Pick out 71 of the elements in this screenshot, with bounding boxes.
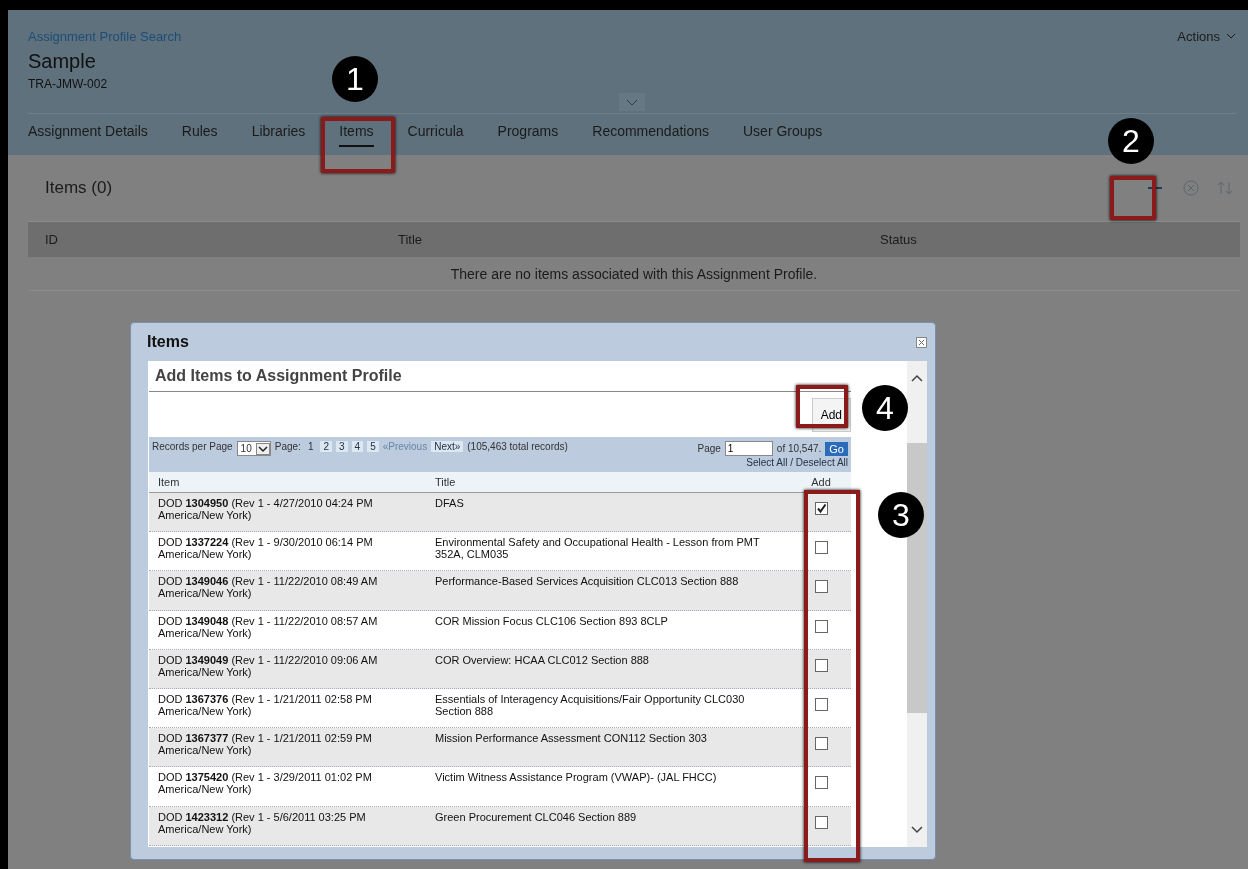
- page-link[interactable]: 3: [336, 441, 348, 452]
- checkbox[interactable]: [814, 502, 828, 515]
- chevron-down-icon: [1226, 33, 1236, 40]
- item-cell-text: DOD 1304950 (Rev 1 - 4/27/2010 04:24 PM America/New York): [157, 497, 374, 522]
- title-cell-text: Environmental Safety and Occupational Health - Lesson from PMT 352A, CLM035: [435, 536, 761, 561]
- column-header: Status: [880, 232, 917, 247]
- go-button[interactable]: Go: [825, 441, 848, 456]
- tab[interactable]: Assignment Details: [28, 117, 148, 145]
- tab[interactable]: Rules: [181, 117, 218, 145]
- checkbox[interactable]: [814, 815, 828, 829]
- column-header: Title: [435, 476, 457, 488]
- tab[interactable]: User Groups: [743, 117, 823, 145]
- records-label: Records per Page: [152, 441, 233, 452]
- section-title: Items (0): [45, 178, 113, 198]
- page-link[interactable]: 5: [367, 441, 379, 452]
- goto-label: Page: [697, 443, 721, 454]
- dialog-title: Items: [147, 333, 189, 351]
- title-cell-text: COR Overview: HCAA CLC012 Section 888: [435, 653, 650, 666]
- checkbox[interactable]: [814, 580, 828, 594]
- checkbox[interactable]: [814, 737, 828, 751]
- item-cell-text: DOD 1337224 (Rev 1 - 9/30/2010 06:14 PM America/New York): [157, 536, 374, 561]
- select-all-link[interactable]: Select All / Deselect All: [746, 457, 848, 468]
- item-cell-text: DOD 1375420 (Rev 1 - 3/29/2011 01:02 PM America/New York): [157, 771, 373, 796]
- column-header: Add: [810, 476, 832, 488]
- page-input[interactable]: 1: [724, 441, 773, 456]
- actions-menu[interactable]: Actions: [1177, 29, 1236, 44]
- column-header: ID: [45, 232, 58, 247]
- tab[interactable]: Programs: [497, 117, 559, 145]
- chevron-up-icon[interactable]: [910, 373, 924, 383]
- highlight-frame: [796, 385, 848, 428]
- item-cell-text: DOD 1367377 (Rev 1 - 1/21/2011 02:59 PM America/New York): [157, 732, 373, 757]
- scrollbar[interactable]: [907, 361, 927, 847]
- highlight-frame: [1110, 176, 1156, 220]
- title-cell-text: Performance-Based Services Acquisition CLC013 Section 888: [435, 575, 740, 588]
- item-cell-text: DOD 1423312 (Rev 1 - 5/6/2011 03:25 PM America/New York): [157, 810, 367, 835]
- close-icon[interactable]: [916, 336, 927, 348]
- dialog-heading: Add Items to Assignment Profile: [149, 361, 851, 392]
- column-header: Title: [398, 232, 423, 247]
- checkbox[interactable]: [814, 658, 828, 672]
- page-label: Page:: [274, 441, 301, 452]
- next-link[interactable]: Next»: [431, 441, 464, 452]
- tab[interactable]: Libraries: [251, 117, 306, 145]
- page-count: of 10,547.: [776, 443, 822, 454]
- profile-code: TRA-JMW-002: [28, 77, 108, 91]
- column-header: Item: [157, 476, 181, 488]
- title-cell-text: Green Procurement CLC046 Section 889: [435, 810, 638, 823]
- item-cell-text: DOD 1349046 (Rev 1 - 11/22/2010 08:49 AM America/New York): [157, 575, 379, 600]
- title-cell-text: Essentials of Interagency Acquisitions/Fair Opportunity CLC030 Section 888: [435, 692, 746, 718]
- checkbox[interactable]: [814, 619, 828, 633]
- title-cell-text: DFAS: [435, 497, 465, 510]
- title-cell-text: COR Mission Focus CLC106 Section 893 8CLP: [435, 614, 669, 627]
- empty-message: There are no items associated with this Assignment Profile.: [450, 265, 818, 282]
- item-cell-text: DOD 1367376 (Rev 1 - 1/21/2011 02:58 PM America/New York): [157, 692, 373, 718]
- item-cell-text: DOD 1349049 (Rev 1 - 11/22/2010 09:06 AM America/New York): [157, 653, 379, 678]
- checkbox[interactable]: [814, 776, 828, 790]
- tab[interactable]: Items: [339, 117, 374, 145]
- checkbox[interactable]: [814, 697, 828, 711]
- per-page-select[interactable]: 10: [236, 441, 271, 456]
- page-link[interactable]: 1: [304, 441, 317, 452]
- dropdown-icon: [255, 442, 270, 455]
- checkbox[interactable]: [814, 541, 828, 555]
- chevron-down-icon[interactable]: [910, 825, 924, 835]
- title-cell-text: Mission Performance Assessment CON112 Section 303: [435, 732, 708, 745]
- tab[interactable]: Recommendations: [592, 117, 709, 145]
- page-link[interactable]: 2: [320, 441, 332, 452]
- page-link[interactable]: 4: [351, 441, 364, 452]
- page-title: Sample: [28, 50, 97, 73]
- total-records: (105,463 total records): [467, 441, 568, 452]
- item-cell-text: DOD 1349048 (Rev 1 - 11/22/2010 08:57 AM America/New York): [157, 614, 379, 639]
- tab[interactable]: Curricula: [407, 117, 464, 145]
- title-cell-text: Victim Witness Assistance Program (VWAP)- (JAL FHCC): [435, 771, 718, 784]
